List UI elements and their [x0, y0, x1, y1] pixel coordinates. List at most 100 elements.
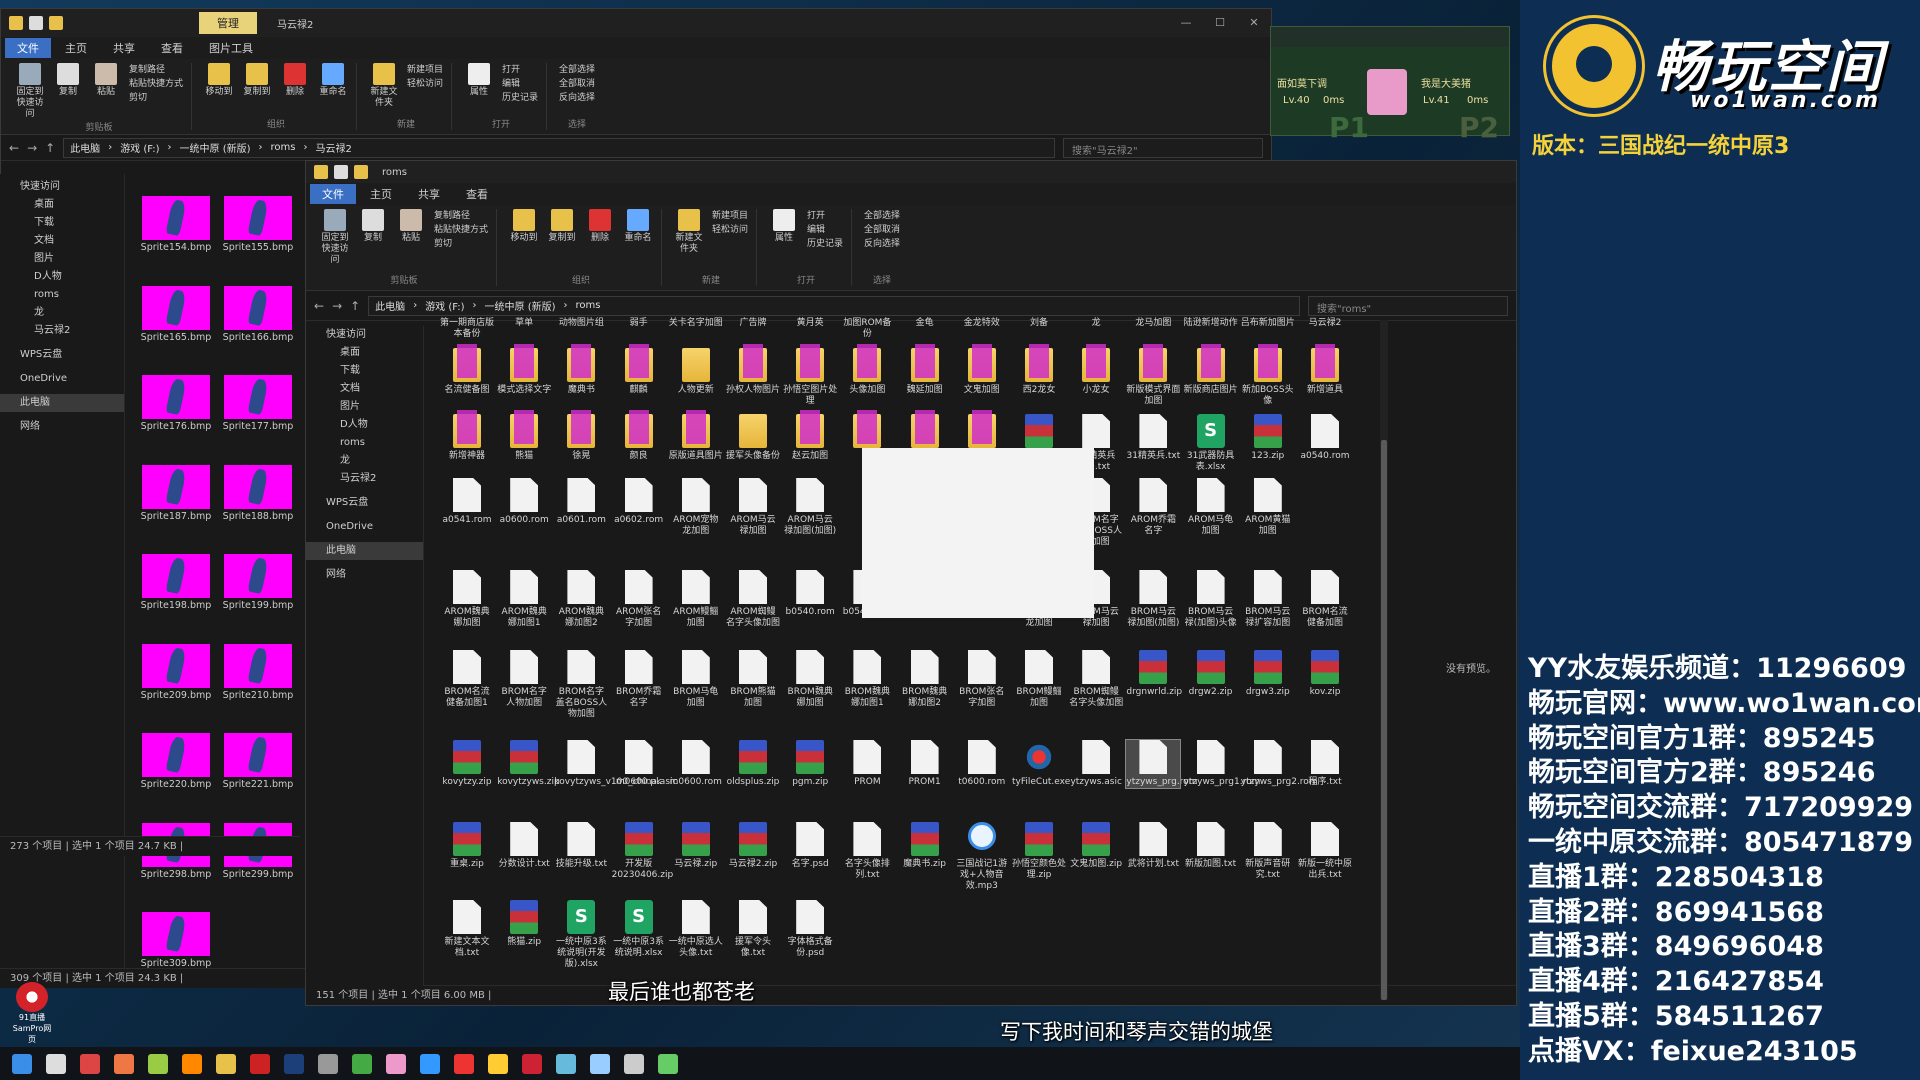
file-item[interactable]: a0540.rom: [1298, 414, 1352, 462]
file-item[interactable]: 马云禄2.zip: [726, 822, 780, 870]
nav-documents[interactable]: 文档: [0, 232, 124, 250]
copy-button[interactable]: 复制: [53, 63, 83, 120]
file-item[interactable]: [1012, 414, 1066, 451]
tab-share[interactable]: 共享: [101, 38, 147, 58]
up-arrow-icon[interactable]: ↑: [45, 141, 55, 155]
folder-label-top[interactable]: 陆逊新增动作: [1184, 318, 1238, 329]
file-item[interactable]: 技能升级.txt: [554, 822, 608, 870]
file-item[interactable]: 名字头像排列.txt: [840, 822, 894, 881]
nav-quick-access[interactable]: 快速访问: [306, 326, 423, 344]
file-item[interactable]: AROM乔霜名字: [1126, 478, 1180, 537]
file-item[interactable]: BROM马云禄加图(加图): [1126, 570, 1180, 629]
select-none-button[interactable]: 全部取消: [559, 77, 595, 91]
file-item[interactable]: BROM蜘鳗名字头像加图: [1069, 650, 1123, 709]
select-all-button[interactable]: 全部选择: [559, 63, 595, 77]
folder-item[interactable]: 新版模式界面加图: [1126, 344, 1180, 407]
file-item[interactable]: kov.zip: [1298, 650, 1352, 698]
file-item[interactable]: AROM张名字加图: [612, 570, 666, 629]
properties-icon[interactable]: [29, 16, 43, 30]
breadcrumb-item[interactable]: 此电脑: [375, 298, 405, 313]
folder-label-top[interactable]: 第一期商店版本备份: [440, 318, 494, 340]
file-item[interactable]: oldsplus.zip: [726, 740, 780, 788]
move-to-button[interactable]: 移动到: [509, 209, 539, 244]
breadcrumb-item[interactable]: 马云禄2: [315, 140, 351, 155]
nav-downloads[interactable]: 下载: [0, 214, 124, 232]
folder-item[interactable]: 模式选择文字: [497, 344, 551, 396]
start-icon[interactable]: [12, 1053, 32, 1074]
sprite-thumbnail[interactable]: Sprite188.bmp: [218, 464, 298, 522]
file-item[interactable]: a0602.rom: [612, 478, 666, 526]
edit-button[interactable]: 编辑: [502, 77, 538, 91]
file-item[interactable]: PROM1: [898, 740, 952, 788]
file-item[interactable]: 魔典书.zip: [898, 822, 952, 870]
tab-home[interactable]: 主页: [53, 38, 99, 58]
folder-item[interactable]: 人物更新: [669, 348, 723, 396]
file-item[interactable]: 新版声音研究.txt: [1241, 822, 1295, 881]
folder-label-top[interactable]: 马云禄2: [1298, 318, 1352, 329]
folder-label-top[interactable]: 吕布新加图片: [1241, 318, 1295, 329]
file-item[interactable]: AROM马云禄加图(加图): [783, 478, 837, 537]
file-item[interactable]: 31精英兵.txt: [1126, 414, 1180, 462]
widget-header[interactable]: [1271, 27, 1509, 47]
move-to-button[interactable]: 移动到: [204, 63, 234, 98]
file-item[interactable]: 援军令头像.txt: [726, 900, 780, 959]
nav-downloads[interactable]: 下载: [306, 362, 423, 380]
file-item[interactable]: BROM名流健备加图: [1298, 570, 1352, 629]
file-item[interactable]: 新版加图.txt: [1184, 822, 1238, 870]
file-item[interactable]: BROM马云禄扩容加图: [1241, 570, 1295, 629]
history-button[interactable]: 历史记录: [502, 91, 538, 105]
app-icon[interactable]: [80, 1053, 100, 1074]
breadcrumb-item[interactable]: 一统中原 (新版): [180, 140, 251, 155]
file-item[interactable]: BROM魏典娜加图: [783, 650, 837, 709]
breadcrumb[interactable]: 此电脑 › 游戏 (F:) › 一统中原 (新版) › roms › 马云禄2: [63, 137, 1055, 158]
app-icon[interactable]: [250, 1053, 270, 1074]
nav-onedrive[interactable]: OneDrive: [306, 518, 423, 536]
chrome-icon[interactable]: [352, 1053, 372, 1074]
file-item[interactable]: BROM名流健备加图1: [440, 650, 494, 709]
file-item[interactable]: kovytzyws.zip: [497, 740, 560, 788]
file-item[interactable]: S 31武器防具表.xlsx: [1184, 414, 1238, 473]
folder-label-top[interactable]: 弱手: [612, 318, 666, 329]
file-item[interactable]: AROM鳗鲡加图: [669, 570, 723, 629]
sprite-thumbnail[interactable]: Sprite187.bmp: [136, 464, 216, 522]
file-item[interactable]: AROM魏典娜加图2: [554, 570, 608, 629]
nav-pictures[interactable]: 图片: [306, 398, 423, 416]
tab-view[interactable]: 查看: [454, 184, 500, 204]
file-item[interactable]: BROM熊猫加图: [726, 650, 780, 709]
app-icon[interactable]: [658, 1053, 678, 1074]
folder-label-top[interactable]: 龙马加图: [1126, 318, 1180, 329]
folder-item[interactable]: 文鬼加图: [955, 344, 1009, 396]
folder-item[interactable]: [955, 410, 1009, 451]
new-item-button[interactable]: 新建项目: [407, 63, 443, 77]
file-item[interactable]: a0541.rom: [440, 478, 494, 526]
sprite-thumbnail[interactable]: Sprite166.bmp: [218, 285, 298, 343]
folder-item[interactable]: [840, 410, 894, 451]
file-item[interactable]: 分数设计.txt: [497, 822, 551, 870]
folder-item[interactable]: 徐晃: [554, 410, 608, 462]
copy-to-button[interactable]: 复制到: [242, 63, 272, 98]
open-button[interactable]: 打开: [807, 209, 843, 223]
app-icon[interactable]: [420, 1053, 440, 1074]
file-item[interactable]: S 一统中原3系统说明(开发版).xlsx: [554, 900, 608, 970]
file-item[interactable]: 开发版20230406.zip: [612, 822, 673, 881]
app-icon[interactable]: [114, 1053, 134, 1074]
file-item[interactable]: 重桌.zip: [440, 822, 494, 870]
rename-button[interactable]: 重命名: [318, 63, 348, 98]
delete-button[interactable]: 删除: [280, 63, 310, 98]
edit-button[interactable]: 编辑: [807, 223, 843, 237]
select-all-button[interactable]: 全部选择: [864, 209, 900, 223]
file-item[interactable]: BROM马龟加图: [669, 650, 723, 709]
file-item[interactable]: drgnwrld.zip: [1126, 650, 1182, 698]
sprite-thumbnail[interactable]: Sprite221.bmp: [218, 733, 298, 790]
tab-view[interactable]: 查看: [149, 38, 195, 58]
folder-item[interactable]: 援军头像备份: [726, 414, 780, 462]
folder-item[interactable]: 麒麟: [612, 344, 666, 396]
calculator-icon[interactable]: [624, 1053, 644, 1074]
pin-button[interactable]: 固定到快速访问: [320, 209, 350, 266]
scrollbar[interactable]: [1380, 320, 1388, 1000]
app-icon[interactable]: [46, 1053, 66, 1074]
breadcrumb-item[interactable]: 一统中原 (新版): [485, 298, 556, 313]
app-icon[interactable]: [522, 1053, 542, 1074]
tab-picture-tools[interactable]: 图片工具: [197, 38, 265, 58]
properties-button[interactable]: 属性: [769, 209, 799, 251]
